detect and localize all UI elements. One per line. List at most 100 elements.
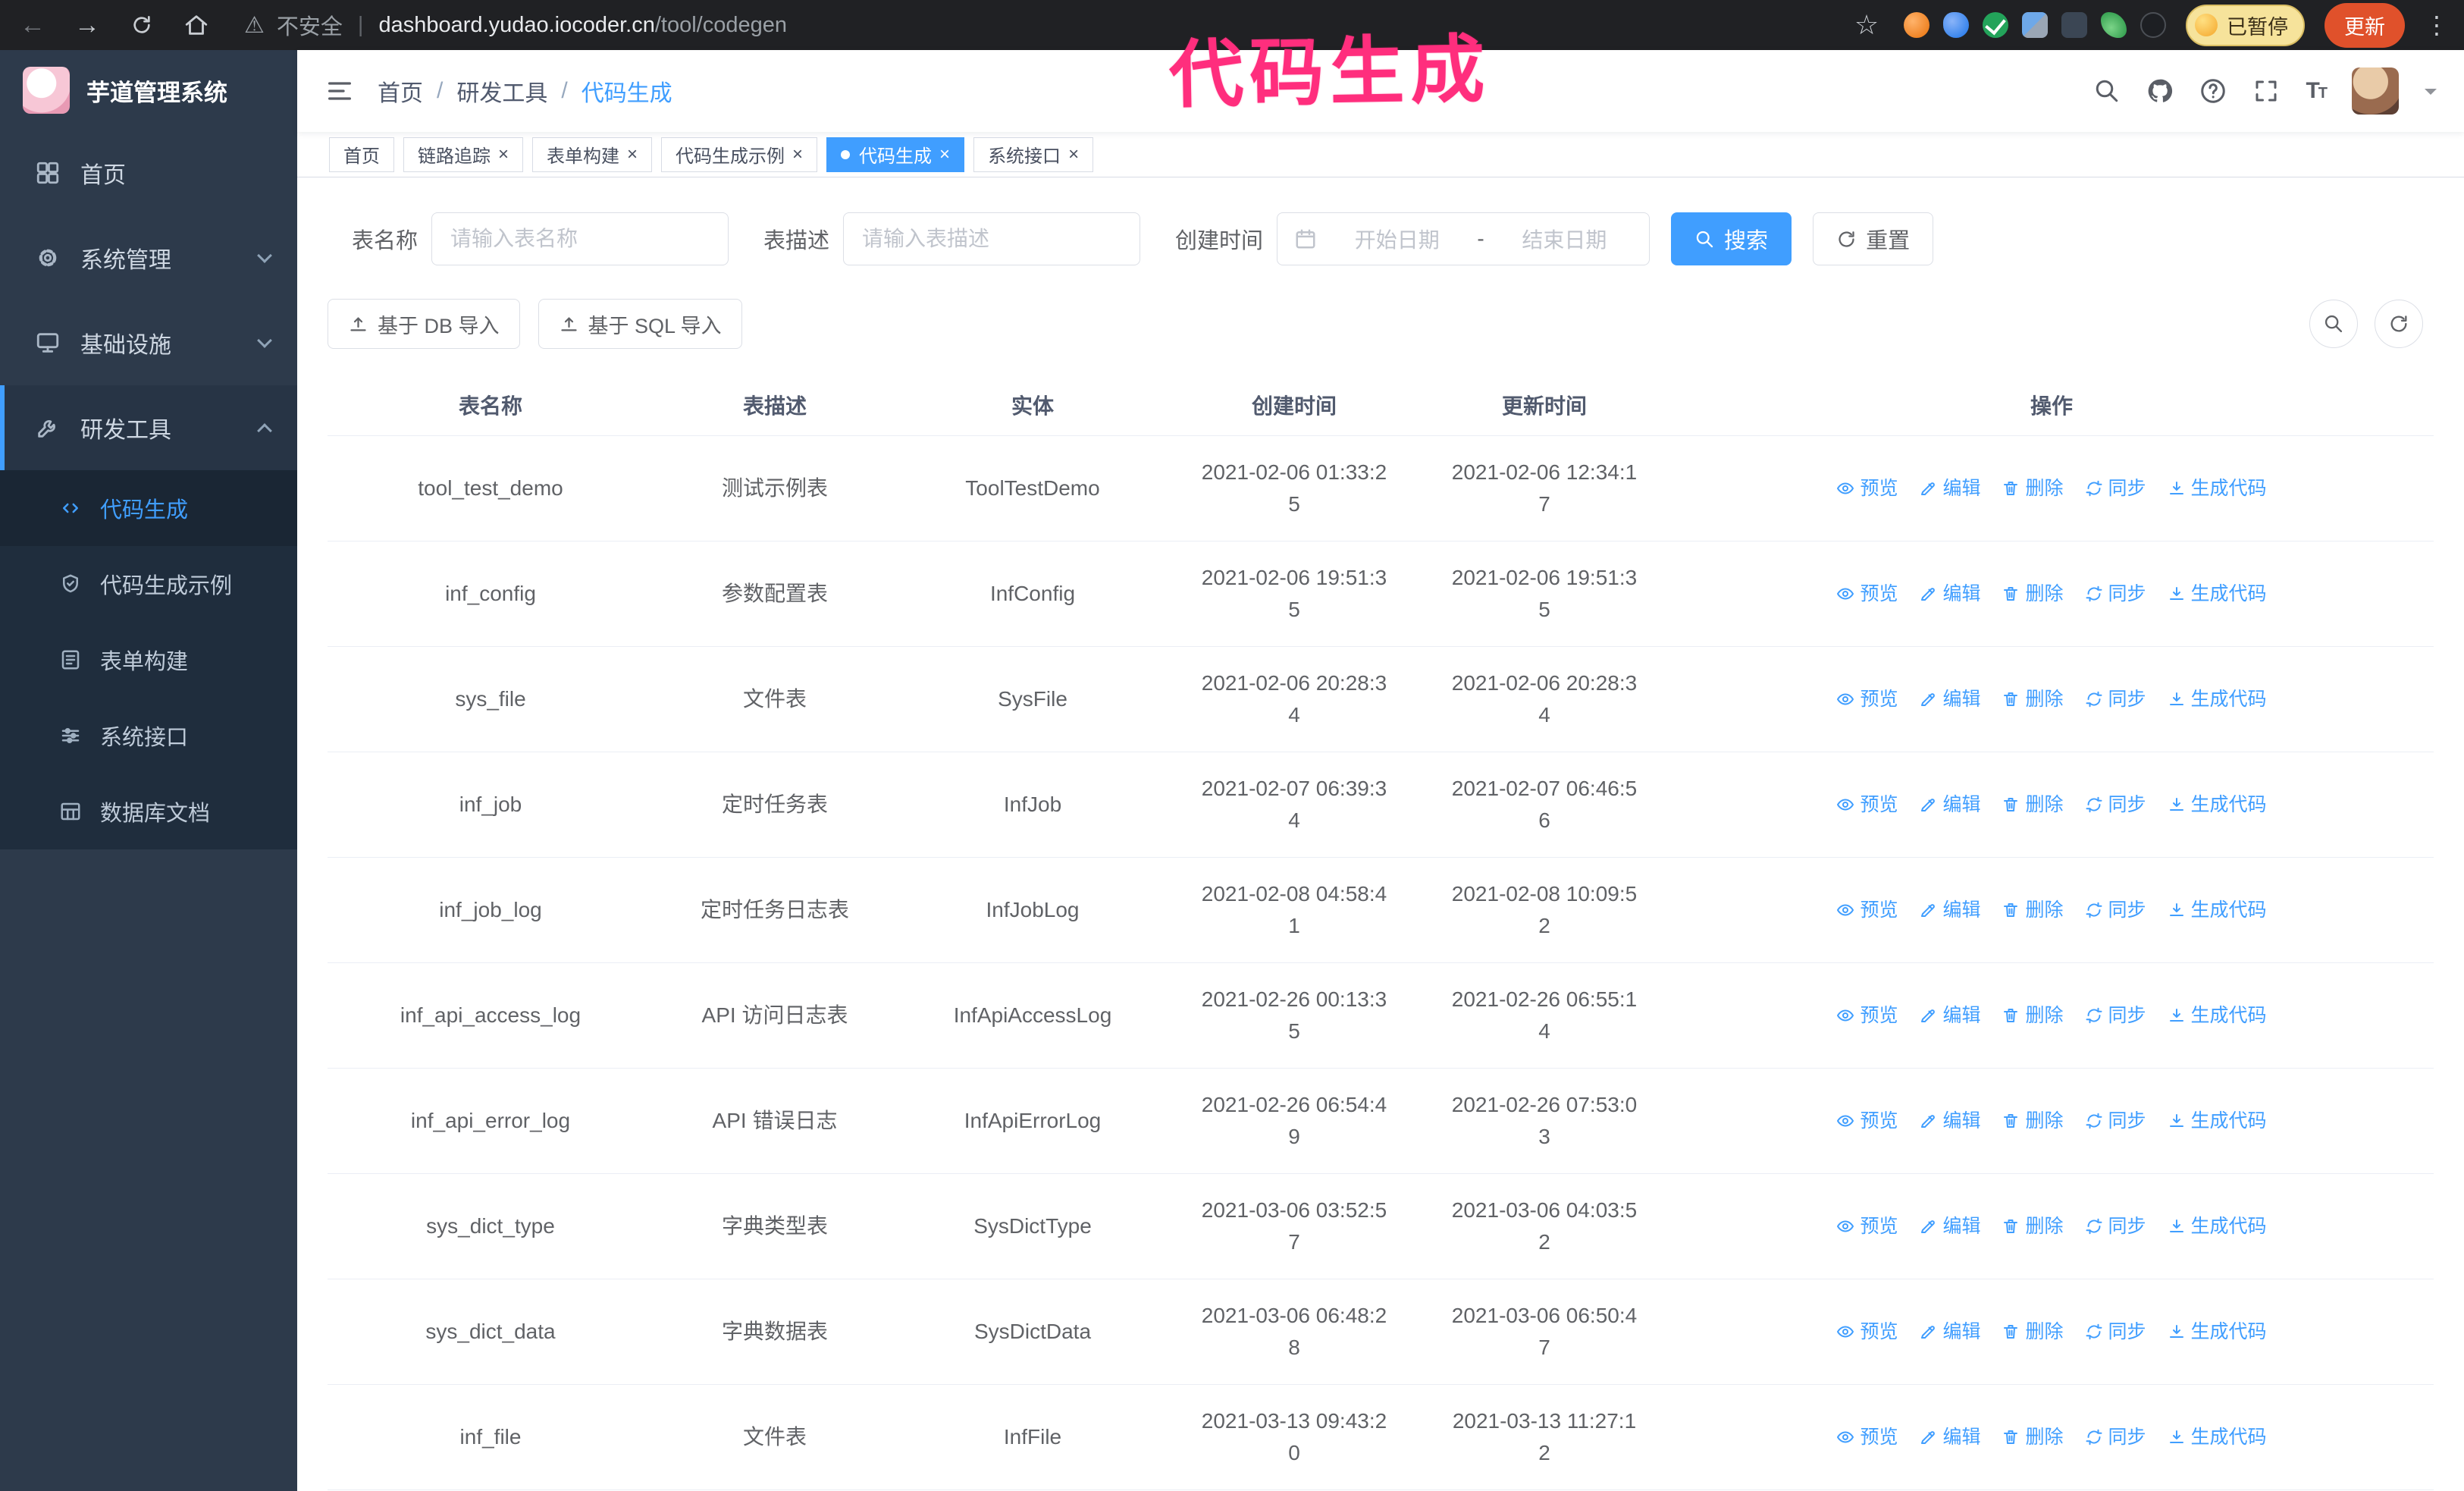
tab-home[interactable]: 首页 bbox=[329, 137, 394, 172]
extension-icon-4[interactable] bbox=[2022, 12, 2048, 38]
browser-reload-button[interactable] bbox=[124, 8, 159, 42]
github-icon[interactable] bbox=[2146, 77, 2174, 105]
generate-code-link[interactable]: 生成代码 bbox=[2168, 472, 2267, 504]
preview-link[interactable]: 预览 bbox=[1836, 472, 1898, 504]
edit-link[interactable]: 编辑 bbox=[1919, 894, 1980, 926]
delete-link[interactable]: 删除 bbox=[2002, 683, 2064, 715]
preview-link[interactable]: 预览 bbox=[1836, 1316, 1898, 1348]
extension-icon-6[interactable] bbox=[2101, 12, 2127, 38]
generate-code-link[interactable]: 生成代码 bbox=[2168, 1316, 2267, 1348]
end-date-placeholder[interactable]: 结束日期 bbox=[1497, 224, 1632, 254]
address-bar[interactable]: ⚠ 不安全 | dashboard.yudao.iocoder.cn/tool/… bbox=[234, 9, 1829, 41]
refresh-table-button[interactable] bbox=[2375, 300, 2423, 348]
sidebar-item-infrastructure[interactable]: 基础设施 bbox=[0, 300, 297, 385]
close-icon[interactable]: × bbox=[627, 145, 638, 164]
preview-link[interactable]: 预览 bbox=[1836, 1000, 1898, 1031]
sidebar-item-system-api[interactable]: 系统接口 bbox=[0, 698, 297, 774]
preview-link[interactable]: 预览 bbox=[1836, 1421, 1898, 1453]
sync-link[interactable]: 同步 bbox=[2085, 1316, 2146, 1348]
import-db-button[interactable]: 基于 DB 导入 bbox=[328, 299, 520, 349]
bookmark-star-icon[interactable]: ☆ bbox=[1849, 8, 1884, 42]
preview-link[interactable]: 预览 bbox=[1836, 683, 1898, 715]
delete-link[interactable]: 删除 bbox=[2002, 1105, 2064, 1137]
tab-trace[interactable]: 链路追踪 × bbox=[403, 137, 524, 172]
sidebar-item-db-docs[interactable]: 数据库文档 bbox=[0, 774, 297, 849]
extension-icon-3[interactable] bbox=[1983, 12, 2008, 38]
browser-back-button[interactable]: ← bbox=[15, 8, 50, 42]
create-time-range-picker[interactable]: 开始日期 - 结束日期 bbox=[1277, 212, 1651, 265]
edit-link[interactable]: 编辑 bbox=[1919, 683, 1980, 715]
generate-code-link[interactable]: 生成代码 bbox=[2168, 1105, 2267, 1137]
sidebar-item-form-builder[interactable]: 表单构建 bbox=[0, 622, 297, 698]
delete-link[interactable]: 删除 bbox=[2002, 1210, 2064, 1242]
tab-codegen-example[interactable]: 代码生成示例 × bbox=[661, 137, 818, 172]
preview-link[interactable]: 预览 bbox=[1836, 789, 1898, 821]
generate-code-link[interactable]: 生成代码 bbox=[2168, 1210, 2267, 1242]
preview-link[interactable]: 预览 bbox=[1836, 1105, 1898, 1137]
generate-code-link[interactable]: 生成代码 bbox=[2168, 1000, 2267, 1031]
browser-update-button[interactable]: 更新 bbox=[2324, 2, 2405, 48]
close-icon[interactable]: × bbox=[1068, 145, 1079, 164]
import-sql-button[interactable]: 基于 SQL 导入 bbox=[538, 299, 742, 349]
close-icon[interactable]: × bbox=[939, 145, 950, 164]
extension-icon-2[interactable] bbox=[1943, 12, 1969, 38]
generate-code-link[interactable]: 生成代码 bbox=[2168, 789, 2267, 821]
edit-link[interactable]: 编辑 bbox=[1919, 1210, 1980, 1242]
preview-link[interactable]: 预览 bbox=[1836, 1210, 1898, 1242]
close-icon[interactable]: × bbox=[498, 145, 509, 164]
fullscreen-icon[interactable] bbox=[2252, 77, 2280, 105]
search-icon[interactable] bbox=[2093, 77, 2121, 105]
sync-link[interactable]: 同步 bbox=[2085, 1000, 2146, 1031]
sync-link[interactable]: 同步 bbox=[2085, 789, 2146, 821]
tab-system-api[interactable]: 系统接口 × bbox=[973, 137, 1094, 172]
sidebar-item-codegen-example[interactable]: 代码生成示例 bbox=[0, 546, 297, 622]
delete-link[interactable]: 删除 bbox=[2002, 472, 2064, 504]
breadcrumb-dev-tools[interactable]: 研发工具 bbox=[456, 74, 547, 108]
delete-link[interactable]: 删除 bbox=[2002, 578, 2064, 610]
generate-code-link[interactable]: 生成代码 bbox=[2168, 578, 2267, 610]
extension-icon-7[interactable] bbox=[2140, 12, 2166, 38]
sync-link[interactable]: 同步 bbox=[2085, 1105, 2146, 1137]
generate-code-link[interactable]: 生成代码 bbox=[2168, 683, 2267, 715]
delete-link[interactable]: 删除 bbox=[2002, 1000, 2064, 1031]
table-name-input[interactable] bbox=[431, 212, 729, 265]
edit-link[interactable]: 编辑 bbox=[1919, 472, 1980, 504]
delete-link[interactable]: 删除 bbox=[2002, 1316, 2064, 1348]
browser-menu-icon[interactable]: ⋮ bbox=[2425, 11, 2449, 39]
user-avatar[interactable] bbox=[2352, 67, 2399, 115]
font-size-icon[interactable]: TT bbox=[2306, 78, 2328, 104]
preview-link[interactable]: 预览 bbox=[1836, 894, 1898, 926]
hamburger-icon[interactable] bbox=[324, 76, 355, 106]
start-date-placeholder[interactable]: 开始日期 bbox=[1329, 224, 1465, 254]
delete-link[interactable]: 删除 bbox=[2002, 894, 2064, 926]
reset-button[interactable]: 重置 bbox=[1813, 212, 1934, 265]
profile-paused-badge[interactable]: 已暂停 bbox=[2186, 4, 2305, 46]
extension-icon-1[interactable] bbox=[1904, 12, 1930, 38]
sync-link[interactable]: 同步 bbox=[2085, 472, 2146, 504]
browser-forward-button[interactable]: → bbox=[70, 8, 105, 42]
search-button[interactable]: 搜索 bbox=[1671, 212, 1792, 265]
sync-link[interactable]: 同步 bbox=[2085, 894, 2146, 926]
avatar-caret-icon[interactable] bbox=[2425, 89, 2437, 101]
close-icon[interactable]: × bbox=[792, 145, 803, 164]
delete-link[interactable]: 删除 bbox=[2002, 789, 2064, 821]
sidebar-item-codegen[interactable]: 代码生成 bbox=[0, 470, 297, 546]
extension-icon-5[interactable] bbox=[2061, 12, 2087, 38]
sync-link[interactable]: 同步 bbox=[2085, 683, 2146, 715]
edit-link[interactable]: 编辑 bbox=[1919, 1105, 1980, 1137]
help-icon[interactable] bbox=[2199, 77, 2227, 105]
edit-link[interactable]: 编辑 bbox=[1919, 578, 1980, 610]
preview-link[interactable]: 预览 bbox=[1836, 578, 1898, 610]
edit-link[interactable]: 编辑 bbox=[1919, 1316, 1980, 1348]
tab-form-builder[interactable]: 表单构建 × bbox=[532, 137, 653, 172]
sync-link[interactable]: 同步 bbox=[2085, 578, 2146, 610]
table-desc-input[interactable] bbox=[843, 212, 1141, 265]
edit-link[interactable]: 编辑 bbox=[1919, 1000, 1980, 1031]
sync-link[interactable]: 同步 bbox=[2085, 1421, 2146, 1453]
edit-link[interactable]: 编辑 bbox=[1919, 1421, 1980, 1453]
edit-link[interactable]: 编辑 bbox=[1919, 789, 1980, 821]
breadcrumb-home[interactable]: 首页 bbox=[378, 74, 423, 108]
sync-link[interactable]: 同步 bbox=[2085, 1210, 2146, 1242]
sidebar-logo[interactable]: 芋道管理系统 bbox=[0, 50, 297, 130]
browser-home-button[interactable] bbox=[179, 8, 214, 42]
